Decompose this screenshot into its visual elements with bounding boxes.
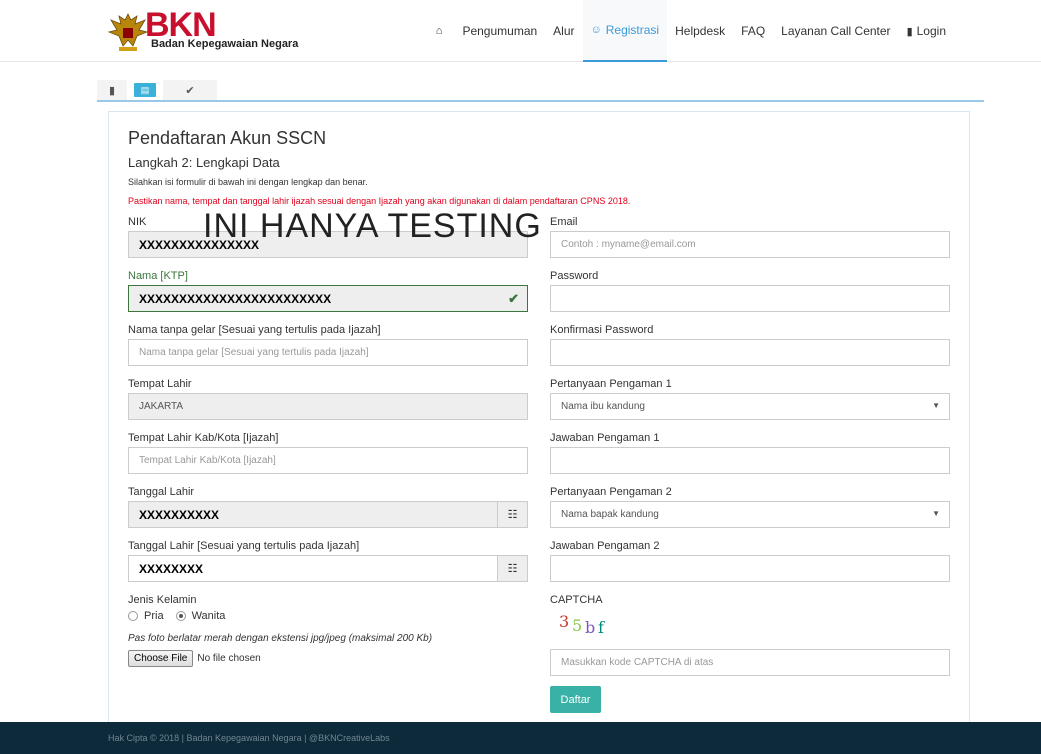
radio-pria[interactable] <box>128 611 138 621</box>
captcha-char: f <box>598 618 604 637</box>
captcha-placeholder: Masukkan kode CAPTCHA di atas <box>561 657 714 668</box>
user-plus-icon: ☺ <box>590 24 602 36</box>
nav-alur[interactable]: Alur <box>545 0 582 62</box>
choose-file-button[interactable]: Choose File <box>128 650 194 667</box>
pertanyaan1-label: Pertanyaan Pengaman 1 <box>550 378 672 390</box>
id-card-icon: ▤ <box>134 83 156 97</box>
jawaban2-label: Jawaban Pengaman 2 <box>550 540 660 552</box>
pertanyaan2-value: Nama bapak kandung <box>561 509 659 520</box>
konfirmasi-password-label: Konfirmasi Password <box>550 324 654 336</box>
nav-label: Alur <box>553 24 575 38</box>
nav-label: Login <box>916 24 946 38</box>
form-instruction: Silahkan isi formulir di bawah ini denga… <box>128 177 368 187</box>
password-input[interactable] <box>550 285 950 312</box>
step-subtitle: Langkah 2: Lengkapi Data <box>128 155 280 170</box>
form-warning: Pastikan nama, tempat dan tanggal lahir … <box>128 196 631 206</box>
email-placeholder: Contoh : myname@email.com <box>561 239 696 250</box>
lock-icon: ▮ <box>108 84 116 97</box>
nav-home[interactable]: ⌂ <box>428 0 455 62</box>
step-1-tab[interactable]: ▮ <box>97 80 127 100</box>
lock-icon: ▮ <box>906 25 913 38</box>
check-icon: ✔ <box>508 291 519 306</box>
tanggal-lahir-value: XXXXXXXXXX <box>139 507 220 522</box>
nav-helpdesk[interactable]: Helpdesk <box>667 0 733 62</box>
step-2-tab[interactable]: ▤ <box>127 80 163 100</box>
tanggal-lahir-field[interactable]: XXXXXXXXXX ☷ <box>128 501 528 528</box>
tanggal-lahir-ijazah-value: XXXXXXXX <box>139 561 204 576</box>
nama-ktp-value: XXXXXXXXXXXXXXXXXXXXXXXX <box>139 291 332 306</box>
nav-label: Pengumuman <box>462 24 538 38</box>
nav-login[interactable]: ▮ Login <box>899 0 954 62</box>
nav-call-center[interactable]: Layanan Call Center <box>773 0 898 62</box>
pertanyaan1-select[interactable]: Nama ibu kandung ▼ <box>550 393 950 420</box>
captcha-char: 5 <box>572 616 583 635</box>
radio-wanita[interactable] <box>175 611 186 621</box>
garuda-emblem-icon <box>107 13 149 51</box>
nama-ktp-field[interactable]: XXXXXXXXXXXXXXXXXXXXXXXX ✔ <box>128 285 528 312</box>
chevron-down-icon: ▼ <box>932 509 940 518</box>
home-icon: ⌂ <box>435 25 443 37</box>
pertanyaan2-label: Pertanyaan Pengaman 2 <box>550 486 672 498</box>
site-footer: Hak Cipta © 2018 | Badan Kepegawaian Neg… <box>0 722 1041 754</box>
jawaban1-label: Jawaban Pengaman 1 <box>550 432 660 444</box>
radio-pria-label: Pria <box>144 610 164 622</box>
captcha-char: b <box>585 618 596 637</box>
nav-faq[interactable]: FAQ <box>733 0 773 62</box>
nik-field[interactable]: XXXXXXXXXXXXXXX <box>128 231 528 258</box>
nav-registrasi[interactable]: ☺ Registrasi <box>582 0 668 62</box>
registration-panel: Pendaftaran Akun SSCN Langkah 2: Lengkap… <box>108 111 970 723</box>
step-3-tab[interactable]: ✔ <box>163 80 217 100</box>
daftar-button[interactable]: Daftar <box>550 686 601 713</box>
calendar-icon[interactable]: ☷ <box>497 502 527 527</box>
tempat-lahir-ijazah-label: Tempat Lahir Kab/Kota [Ijazah] <box>128 432 279 444</box>
gender-radio-group: Pria Wanita <box>128 610 237 622</box>
nav-label: Helpdesk <box>675 24 726 38</box>
photo-upload: Choose File No file chosen <box>128 650 261 667</box>
tanggal-lahir-label: Tanggal Lahir <box>128 486 195 498</box>
bkn-logo[interactable]: BKN Badan Kepegawaian Negara <box>107 6 307 56</box>
calendar-icon[interactable]: ☷ <box>497 556 527 581</box>
jenis-kelamin-label: Jenis Kelamin <box>128 594 197 606</box>
captcha-label: CAPTCHA <box>550 594 603 606</box>
footer-copyright: Hak Cipta © 2018 | Badan Kepegawaian Neg… <box>108 733 390 743</box>
logo-subtitle: Badan Kepegawaian Negara <box>151 38 299 50</box>
file-status: No file chosen <box>197 653 261 664</box>
tanggal-lahir-ijazah-input[interactable]: XXXXXXXX ☷ <box>128 555 528 582</box>
pertanyaan1-value: Nama ibu kandung <box>561 401 645 412</box>
password-label: Password <box>550 270 599 282</box>
radio-wanita-label: Wanita <box>191 610 226 622</box>
nav-label: Registrasi <box>605 23 660 37</box>
captcha-image: 3 5 b f <box>559 612 629 638</box>
konfirmasi-password-input[interactable] <box>550 339 950 366</box>
nik-value: XXXXXXXXXXXXXXX <box>139 237 260 252</box>
tempat-lahir-label: Tempat Lahir <box>128 378 192 390</box>
captcha-input[interactable]: Masukkan kode CAPTCHA di atas <box>550 649 950 676</box>
jawaban1-input[interactable] <box>550 447 950 474</box>
nav-pengumuman[interactable]: Pengumuman <box>454 0 545 62</box>
nama-gelar-label: Nama tanpa gelar [Sesuai yang tertulis p… <box>128 324 381 336</box>
email-label: Email <box>550 216 578 228</box>
tempat-lahir-ijazah-placeholder: Tempat Lahir Kab/Kota [Ijazah] <box>139 455 276 466</box>
nama-ktp-label: Nama [KTP] <box>128 270 188 282</box>
tanggal-lahir-ijazah-label: Tanggal Lahir [Sesuai yang tertulis pada… <box>128 540 360 552</box>
nav-label: Layanan Call Center <box>781 24 891 38</box>
tempat-lahir-ijazah-input[interactable]: Tempat Lahir Kab/Kota [Ijazah] <box>128 447 528 474</box>
nav-label: FAQ <box>741 24 766 38</box>
page-title: Pendaftaran Akun SSCN <box>128 128 327 148</box>
chevron-down-icon: ▼ <box>932 401 940 410</box>
nik-label: NIK <box>128 216 147 228</box>
email-input[interactable]: Contoh : myname@email.com <box>550 231 950 258</box>
main-nav: ⌂ Pengumuman Alur ☺ Registrasi Helpdesk … <box>428 0 954 62</box>
check-icon: ✔ <box>185 84 195 97</box>
site-header: BKN Badan Kepegawaian Negara ⌂ Pengumuma… <box>0 0 1041 62</box>
nama-gelar-placeholder: Nama tanpa gelar [Sesuai yang tertulis p… <box>139 347 369 358</box>
nama-gelar-input[interactable]: Nama tanpa gelar [Sesuai yang tertulis p… <box>128 339 528 366</box>
jawaban2-input[interactable] <box>550 555 950 582</box>
pertanyaan2-select[interactable]: Nama bapak kandung ▼ <box>550 501 950 528</box>
tempat-lahir-value: JAKARTA <box>139 401 184 412</box>
tempat-lahir-field[interactable]: JAKARTA <box>128 393 528 420</box>
wizard-steps: ▮ ▤ ✔ <box>97 80 984 102</box>
captcha-char: 3 <box>559 612 570 631</box>
photo-note: Pas foto berlatar merah dengan ekstensi … <box>128 633 433 644</box>
